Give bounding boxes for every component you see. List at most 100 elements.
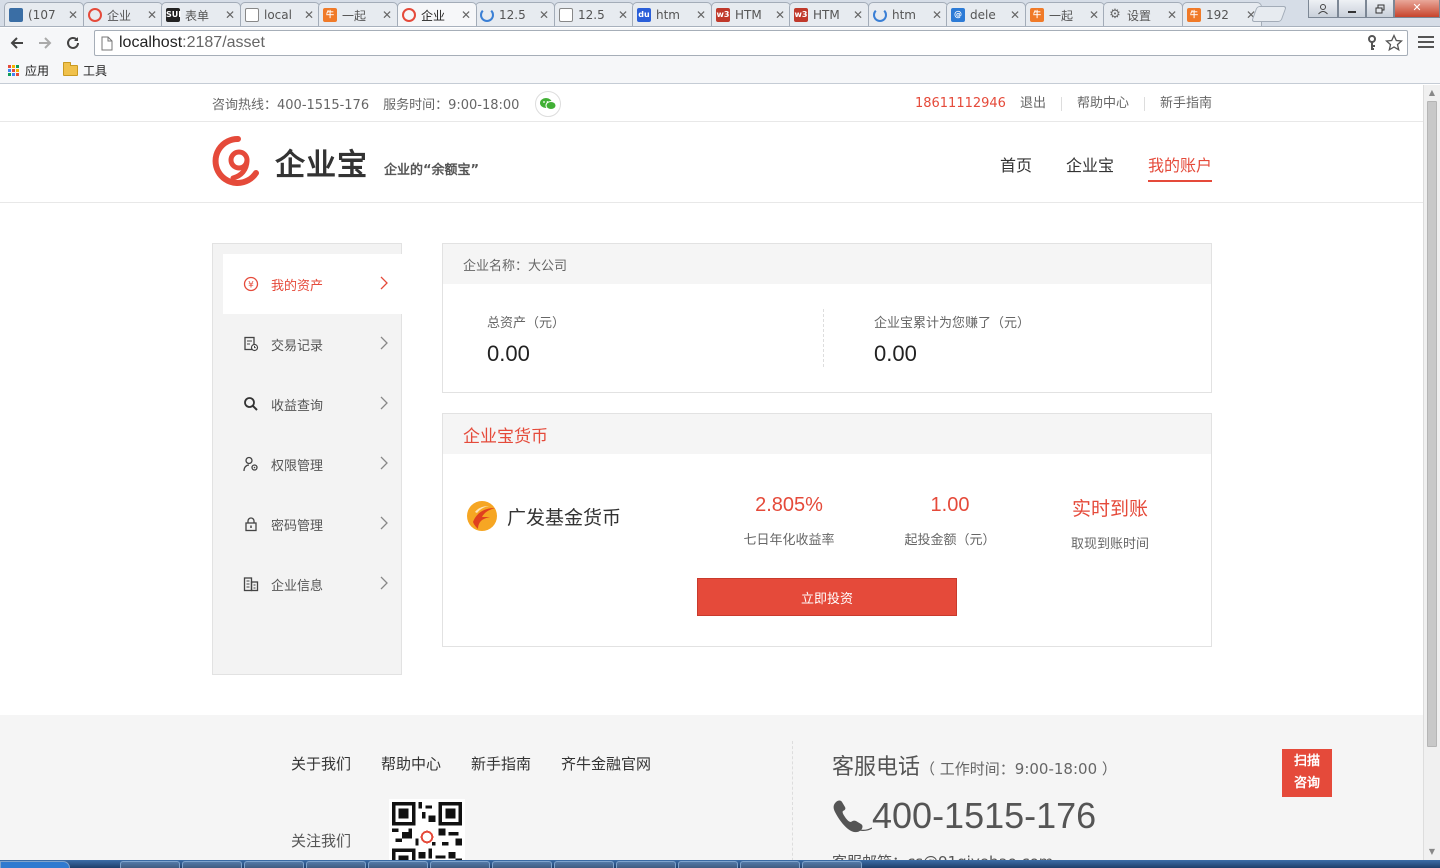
browser-tab[interactable]: 企业 ✕: [83, 2, 163, 26]
start-button[interactable]: [0, 861, 70, 868]
wechat-button[interactable]: [535, 90, 562, 117]
tab-title: 表单: [185, 8, 210, 23]
user-phone[interactable]: 18611112946: [915, 96, 1006, 111]
logout-link[interactable]: 退出: [1020, 96, 1061, 111]
nav-my-account[interactable]: 我的账户: [1147, 152, 1212, 182]
site-logo[interactable]: 企业宝 企业的“余额宝”: [211, 135, 479, 189]
taskbar-item[interactable]: [678, 861, 738, 868]
close-tab-icon[interactable]: ✕: [538, 8, 550, 22]
main-nav: 首页 企业宝 我的账户: [1000, 152, 1212, 182]
wechat-icon: [540, 97, 557, 110]
footer-link-help[interactable]: 帮助中心: [381, 753, 441, 774]
browser-tab[interactable]: htm ✕: [868, 2, 948, 26]
beginner-guide-link[interactable]: 新手指南: [1143, 96, 1212, 111]
profile-button[interactable]: [1308, 0, 1338, 18]
gear-icon: ⚙: [1109, 7, 1121, 22]
sidebar-item-transactions[interactable]: 交易记录: [223, 314, 402, 374]
minimize-button[interactable]: [1338, 0, 1366, 18]
close-tab-icon[interactable]: ✕: [460, 8, 472, 22]
scroll-down-icon[interactable]: ▼: [1424, 844, 1440, 860]
address-bar[interactable]: localhost:2187/asset: [94, 30, 1408, 56]
taskbar-item[interactable]: [244, 861, 304, 868]
sidebar-item-label: 权限管理: [271, 458, 324, 474]
browser-tab[interactable]: ⚙ 设置 ✕: [1103, 2, 1183, 26]
browser-tab[interactable]: 牛 192 ✕: [1182, 2, 1262, 26]
sidebar-item-password[interactable]: 密码管理: [223, 494, 402, 554]
chevron-right-icon: [380, 396, 388, 410]
close-tab-icon[interactable]: ✕: [1088, 8, 1100, 22]
taskbar-item[interactable]: [740, 861, 800, 868]
taskbar-item[interactable]: [182, 861, 242, 868]
bookmark-apps[interactable]: 应用: [8, 62, 49, 79]
fund-name: 广发基金货币: [507, 506, 622, 529]
browser-tab[interactable]: 牛一起 ✕: [318, 2, 398, 26]
close-window-button[interactable]: ✕: [1394, 0, 1440, 18]
help-center-link[interactable]: 帮助中心: [1060, 96, 1144, 111]
browser-tab[interactable]: w3 HTM ✕: [711, 2, 791, 26]
chevron-right-icon: [380, 336, 388, 350]
taskbar-item[interactable]: [120, 861, 180, 868]
sidebar-item-company-info[interactable]: 企业信息: [223, 554, 402, 614]
bookmark-tools[interactable]: 工具: [63, 62, 107, 79]
bookmark-label: 应用: [25, 64, 50, 78]
w3-icon: w3: [716, 8, 730, 22]
browser-tab[interactable]: w3 HTM ✕: [789, 2, 869, 26]
close-tab-icon[interactable]: ✕: [67, 8, 79, 22]
footer-link-guide[interactable]: 新手指南: [471, 753, 531, 774]
footer-link-official-site[interactable]: 齐牛金融官网: [561, 753, 651, 774]
restore-button[interactable]: [1366, 0, 1394, 18]
taskbar-item[interactable]: [554, 861, 614, 868]
back-button[interactable]: [3, 29, 31, 57]
browser-menu-button[interactable]: [1418, 34, 1434, 50]
browser-tab[interactable]: 12.5 ✕: [475, 2, 555, 26]
page-scrollbar[interactable]: ▲ ▼: [1423, 85, 1440, 860]
url-text: localhost:2187/asset: [119, 34, 265, 51]
new-tab-button[interactable]: [1251, 6, 1287, 22]
taskbar-item[interactable]: [492, 861, 552, 868]
browser-tab[interactable]: du htm ✕: [632, 2, 712, 26]
taskbar-item[interactable]: [368, 861, 428, 868]
browser-tab[interactable]: @ dele ✕: [946, 2, 1026, 26]
reload-button[interactable]: [59, 29, 87, 57]
taskbar-item[interactable]: [802, 861, 862, 868]
sui-icon: SUI: [166, 8, 181, 22]
scrollbar-thumb[interactable]: [1427, 101, 1437, 747]
close-tab-icon[interactable]: ✕: [695, 8, 707, 22]
fund-panel: 企业宝货币 广发基金货币 2.805% 七日年化收益率 1.00 起投金额（元）…: [442, 413, 1212, 647]
browser-tab[interactable]: local ✕: [240, 2, 320, 26]
close-tab-icon[interactable]: ✕: [381, 8, 393, 22]
browser-tab[interactable]: 牛一起 ✕: [1025, 2, 1105, 26]
browser-tab[interactable]: (107 ✕: [4, 2, 84, 26]
close-tab-icon[interactable]: ✕: [931, 8, 943, 22]
close-tab-icon[interactable]: ✕: [146, 8, 158, 22]
sidebar-item-earnings[interactable]: 收益查询: [223, 374, 402, 434]
taskbar-item[interactable]: [306, 861, 366, 868]
sidebar-item-my-assets[interactable]: ¥ 我的资产: [223, 254, 402, 314]
close-tab-icon[interactable]: ✕: [1166, 8, 1178, 22]
taskbar-item[interactable]: [616, 861, 676, 868]
browser-tab[interactable]: 12.5 ✕: [554, 2, 634, 26]
close-tab-icon[interactable]: ✕: [224, 8, 236, 22]
forward-button[interactable]: [31, 29, 59, 57]
close-tab-icon[interactable]: ✕: [852, 8, 864, 22]
browser-tab[interactable]: 企业 ✕: [397, 2, 477, 26]
close-tab-icon[interactable]: ✕: [617, 8, 629, 22]
invest-now-button[interactable]: 立即投资: [697, 578, 957, 616]
nav-qiyebao[interactable]: 企业宝: [1066, 152, 1114, 182]
baidu-icon: du: [637, 8, 651, 22]
footer-link-about[interactable]: 关于我们: [291, 753, 351, 774]
search-icon: [243, 396, 259, 412]
key-icon[interactable]: [1365, 35, 1379, 51]
browser-tab[interactable]: SUI 表单 ✕: [161, 2, 241, 26]
nav-home[interactable]: 首页: [1000, 152, 1032, 182]
close-tab-icon[interactable]: ✕: [303, 8, 315, 22]
close-tab-icon[interactable]: ✕: [774, 8, 786, 22]
scan-consult-badge[interactable]: 扫描 咨询: [1282, 749, 1332, 797]
taskbar-item[interactable]: [430, 861, 490, 868]
scroll-up-icon[interactable]: ▲: [1424, 85, 1440, 101]
site-header: 企业宝 企业的“余额宝” 首页 企业宝 我的账户: [0, 122, 1423, 203]
sidebar-item-permissions[interactable]: 权限管理: [223, 434, 402, 494]
star-icon[interactable]: [1385, 34, 1403, 52]
close-tab-icon[interactable]: ✕: [1009, 8, 1021, 22]
menu-icon: [1418, 36, 1434, 38]
